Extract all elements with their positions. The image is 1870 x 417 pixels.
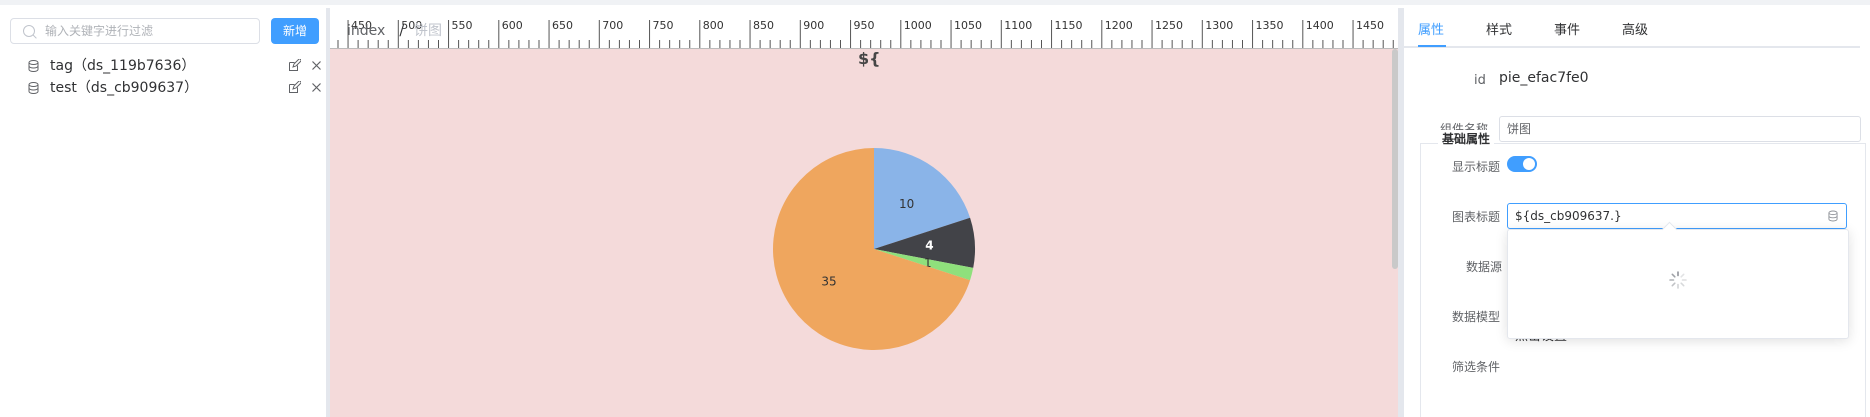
properties-tabs: 属性 样式 事件 高级 (1404, 8, 1860, 48)
top-bar (0, 0, 1870, 5)
datasource-dropdown[interactable] (1507, 229, 1849, 339)
datasource-item-test[interactable]: test（ds_cb909637） (28, 78, 324, 98)
loading-spinner-icon (1669, 271, 1687, 289)
ruler-label: 1200 (1105, 19, 1133, 32)
pie-data-label: 10 (899, 197, 914, 211)
breadcrumb-current: 饼图 (414, 23, 443, 39)
ruler-label: 1250 (1155, 19, 1183, 32)
ruler-label: 1150 (1055, 19, 1083, 32)
pie-data-label: 4 (925, 239, 933, 253)
database-icon (28, 82, 39, 94)
ruler-label: 600 (502, 19, 523, 32)
datasource-item-label: tag（ds_119b7636） (50, 58, 196, 74)
delete-icon[interactable] (310, 59, 323, 72)
ruler-label: 750 (653, 19, 674, 32)
datasource-item-tag[interactable]: tag（ds_119b7636） (28, 56, 324, 76)
chart-title-input-value: ${ds_cb909637.} (1515, 209, 1622, 223)
ruler-label: 1400 (1306, 19, 1334, 32)
filter-search-input[interactable] (45, 22, 250, 40)
ruler-label: 1100 (1004, 19, 1032, 32)
datasource-label: 数据源 (1466, 260, 1503, 274)
component-name-input[interactable]: 饼图 (1499, 116, 1861, 142)
ruler-label: 850 (753, 19, 774, 32)
filter-label: 筛选条件 (1452, 360, 1501, 374)
properties-panel: 属性 样式 事件 高级 id pie_efac7fe0 组件名称 饼图 基础属性… (1404, 8, 1870, 417)
database-icon[interactable] (1828, 210, 1838, 222)
edit-icon[interactable] (288, 81, 301, 94)
tab-events[interactable]: 事件 (1554, 19, 1580, 38)
ruler-label: 950 (854, 19, 875, 32)
pie-data-label: 35 (821, 275, 836, 289)
breadcrumb: index / 饼图 (347, 20, 442, 40)
ruler-label: 800 (703, 19, 724, 32)
ruler-ticks: 450 500 550 600 650 700 750 800 850 900 950 1000 105… (337, 19, 1404, 48)
delete-icon[interactable] (310, 81, 323, 94)
show-title-label: 显示标题 (1452, 160, 1501, 174)
tab-properties[interactable]: 属性 (1418, 19, 1444, 38)
ruler-label: 1350 (1256, 19, 1284, 32)
tab-style[interactable]: 样式 (1486, 19, 1512, 38)
pie-chart: 104135 (773, 148, 975, 350)
ruler-label: 1000 (904, 19, 932, 32)
ruler-label: 650 (552, 19, 573, 32)
database-icon (28, 60, 39, 72)
datamodel-label: 数据模型 (1452, 310, 1501, 324)
ruler-label: 550 (452, 19, 473, 32)
active-tab-indicator (1418, 45, 1446, 47)
horizontal-ruler: 450 500 550 600 650 700 750 800 850 900 950 1000 105… (330, 8, 1404, 49)
design-canvas: 450 500 550 600 650 700 750 800 850 900 950 1000 105… (330, 8, 1404, 417)
edit-icon[interactable] (288, 59, 301, 72)
search-icon (23, 25, 35, 37)
pie-chart-component[interactable]: ${ 10 4 1 35 (330, 49, 1404, 417)
ruler-label: 1300 (1205, 19, 1233, 32)
chart-title-label: 图表标题 (1452, 210, 1501, 224)
ruler-label: 900 (803, 19, 824, 32)
breadcrumb-root[interactable]: index (347, 23, 385, 39)
ruler-label: 700 (602, 19, 623, 32)
group-title: 基础属性 (1438, 130, 1495, 147)
chart-title-input[interactable]: ${ds_cb909637.} (1507, 203, 1847, 229)
id-value: pie_efac7fe0 (1499, 70, 1589, 86)
tab-advanced[interactable]: 高级 (1622, 19, 1648, 38)
ruler-label: 1050 (954, 19, 982, 32)
id-label: id (1474, 73, 1486, 88)
datasource-item-label: test（ds_cb909637） (50, 80, 199, 96)
show-title-switch[interactable] (1507, 156, 1537, 172)
ruler-label: 1450 (1356, 19, 1384, 32)
add-datasource-button[interactable]: 新增 (271, 18, 319, 44)
breadcrumb-separator: / (399, 23, 405, 39)
datasource-panel: 新增 tag（ds_119b7636） test（ds_cb909637） (0, 8, 326, 417)
filter-search-box[interactable] (10, 18, 260, 44)
